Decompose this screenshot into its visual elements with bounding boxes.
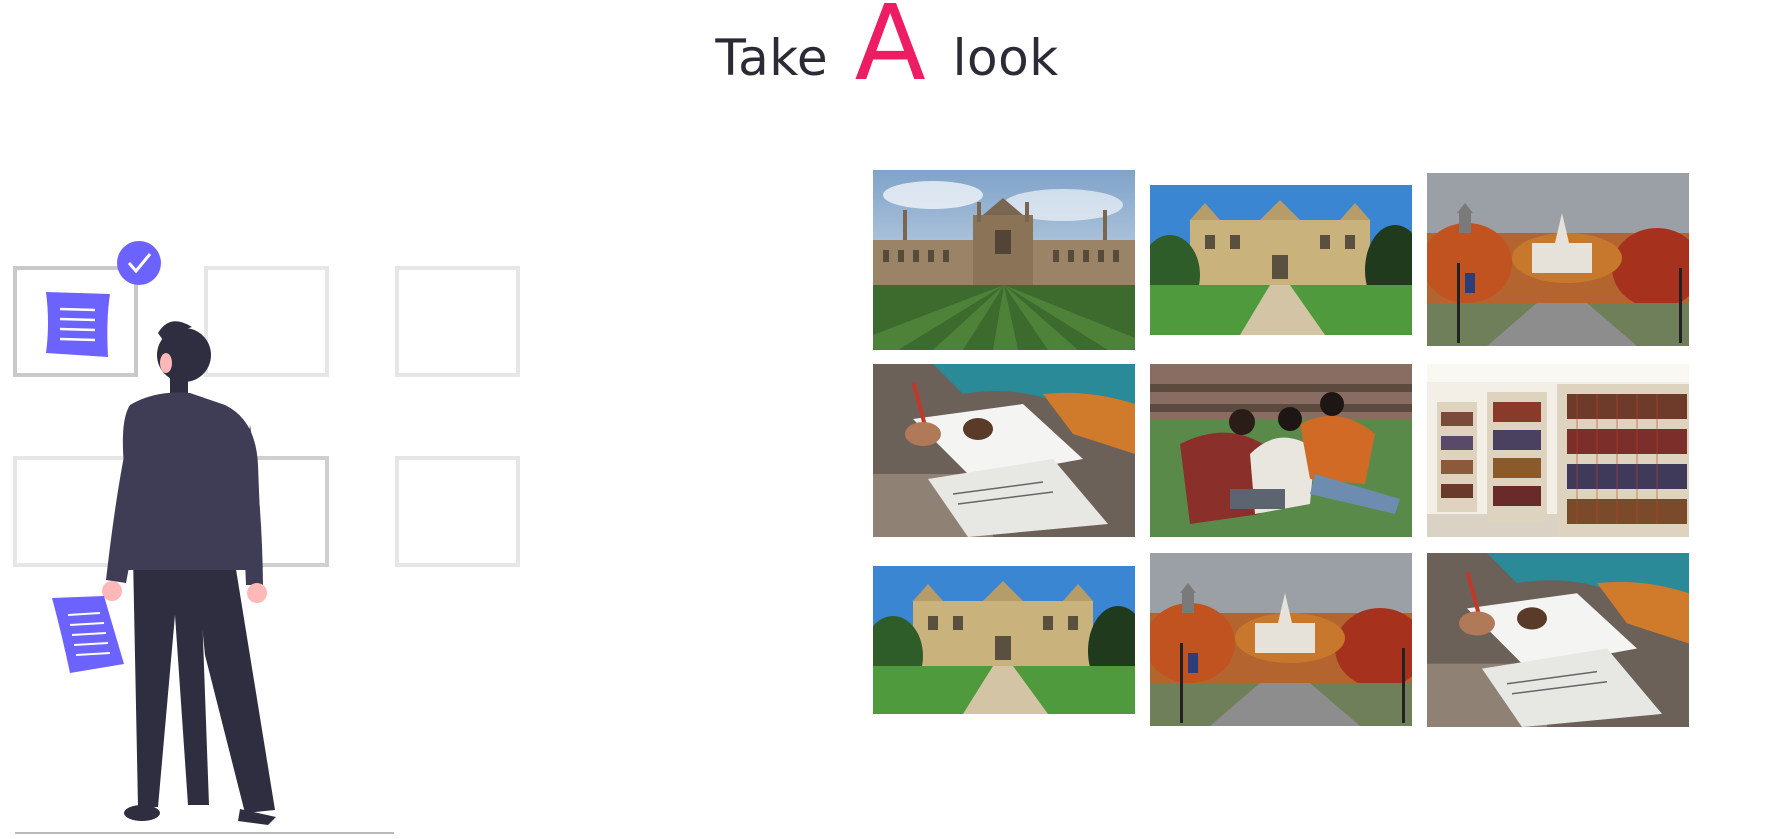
manor-photo	[873, 566, 1135, 714]
person-reviewing-documents-illustration	[13, 241, 520, 834]
gallery-image-6[interactable]	[1427, 364, 1689, 537]
title-word-take: Take	[715, 29, 829, 87]
students-writing-photo	[1427, 553, 1689, 727]
gallery-image-5[interactable]	[1150, 364, 1412, 537]
held-document-icon	[52, 596, 124, 673]
document-icon	[46, 292, 110, 357]
gallery-image-8[interactable]	[1150, 553, 1412, 726]
title-accent-letter: A	[854, 0, 927, 104]
gallery-image-3[interactable]	[1427, 173, 1689, 346]
gallery-image-4[interactable]	[873, 364, 1135, 537]
college-photo	[873, 170, 1135, 350]
title-word-look: look	[952, 29, 1059, 87]
autumn-campus-photo	[1150, 553, 1412, 726]
gallery-image-1[interactable]	[873, 170, 1135, 350]
page-title: Take A look	[0, 0, 1774, 104]
students-writing-photo	[873, 364, 1135, 537]
students-on-grass-photo	[1150, 364, 1412, 537]
manor-photo	[1150, 185, 1412, 335]
person-figure	[102, 321, 276, 825]
gallery-image-2[interactable]	[1150, 185, 1412, 335]
photo-gallery	[873, 168, 1689, 728]
library-photo	[1427, 364, 1689, 537]
check-icon	[117, 241, 161, 285]
autumn-campus-photo	[1427, 173, 1689, 346]
gallery-image-9[interactable]	[1427, 553, 1689, 727]
gallery-image-7[interactable]	[873, 566, 1135, 714]
